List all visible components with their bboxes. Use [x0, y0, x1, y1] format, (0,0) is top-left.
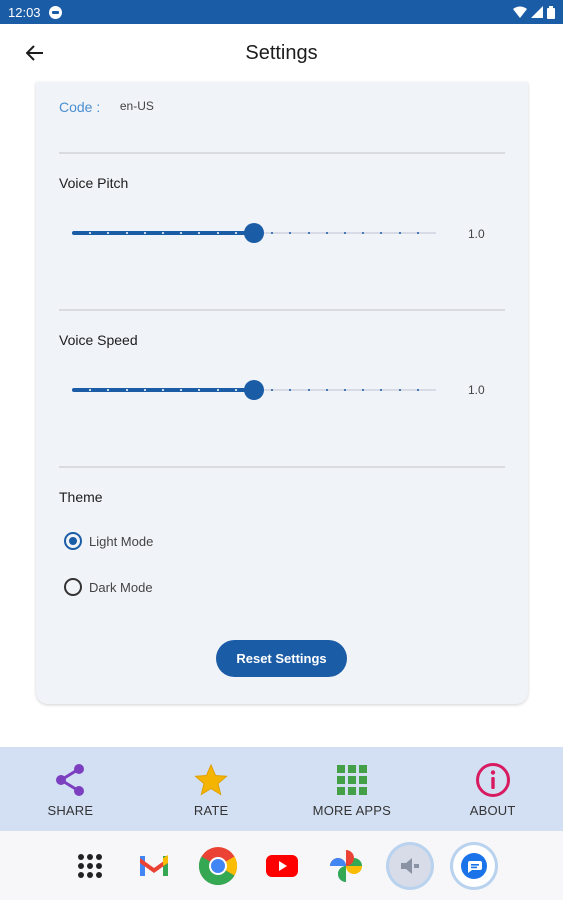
app-dock — [0, 831, 563, 900]
slider-tick — [217, 389, 219, 391]
slider-tick — [198, 389, 200, 391]
chrome-icon[interactable] — [197, 845, 239, 887]
rate-button[interactable]: RATE — [141, 747, 282, 831]
photos-icon[interactable] — [325, 845, 367, 887]
slider-tick — [326, 389, 328, 391]
slider-tick — [180, 389, 182, 391]
app-drawer-icon[interactable] — [69, 845, 111, 887]
voice-pitch-slider[interactable] — [72, 221, 436, 245]
slider-tick — [89, 389, 91, 391]
slider-tick — [126, 232, 128, 234]
share-label: SHARE — [47, 803, 94, 818]
info-icon — [475, 762, 511, 798]
bottom-nav: SHARE RATE MORE APPS ABOUT — [0, 747, 563, 831]
slider-tick — [217, 232, 219, 234]
slider-tick — [235, 389, 237, 391]
grid-icon — [334, 762, 370, 798]
reset-settings-button[interactable]: Reset Settings — [216, 640, 347, 677]
slider-tick — [107, 389, 109, 391]
slider-tick — [417, 232, 419, 234]
slider-tick — [362, 389, 364, 391]
status-bar: 12:03 — [0, 0, 563, 24]
slider-tick — [107, 232, 109, 234]
more-apps-label: MORE APPS — [312, 803, 392, 818]
share-icon — [52, 762, 88, 798]
slider-tick — [144, 389, 146, 391]
slider-tick — [344, 389, 346, 391]
slider-tick — [380, 389, 382, 391]
voice-speed-slider[interactable] — [72, 378, 436, 402]
divider — [59, 152, 505, 154]
slider-tick — [417, 389, 419, 391]
slider-tick — [399, 232, 401, 234]
slider-tick — [271, 389, 273, 391]
slider-tick — [326, 232, 328, 234]
slider-tick — [89, 232, 91, 234]
share-button[interactable]: SHARE — [0, 747, 141, 831]
signal-icon — [531, 6, 543, 18]
notification-icon — [48, 5, 62, 19]
status-icons — [513, 5, 555, 19]
code-label: Code : — [59, 99, 101, 115]
app-bar: Settings — [0, 24, 563, 82]
messages-icon[interactable] — [452, 844, 495, 887]
slider-tick — [180, 232, 182, 234]
slider-tick — [308, 232, 310, 234]
battery-icon — [547, 5, 555, 19]
slider-tick — [380, 232, 382, 234]
dark-mode-radio[interactable] — [64, 578, 82, 596]
page-title: Settings — [245, 42, 318, 64]
speaker-app-icon[interactable] — [388, 844, 431, 887]
voice-speed-value: 1.0 — [468, 383, 485, 397]
settings-card: Code : en-US Voice Pitch 1.0 Voice Speed… — [36, 82, 528, 704]
divider — [59, 466, 505, 468]
slider-tick — [308, 389, 310, 391]
divider — [59, 309, 505, 311]
gmail-icon[interactable] — [133, 845, 175, 887]
slider-tick — [289, 389, 291, 391]
slider-tick — [271, 232, 273, 234]
theme-title: Theme — [59, 489, 103, 505]
about-button[interactable]: ABOUT — [422, 747, 563, 831]
light-mode-label: Light Mode — [89, 533, 154, 549]
slider-tick — [162, 232, 164, 234]
slider-tick — [344, 232, 346, 234]
slider-thumb[interactable] — [244, 380, 264, 400]
voice-speed-title: Voice Speed — [59, 332, 138, 348]
code-value: en-US — [119, 99, 154, 113]
wifi-icon — [513, 6, 527, 18]
dark-mode-option[interactable]: Dark Mode — [64, 578, 153, 596]
youtube-icon[interactable] — [261, 845, 303, 887]
slider-tick — [399, 389, 401, 391]
slider-tick — [235, 232, 237, 234]
slider-thumb[interactable] — [244, 223, 264, 243]
voice-pitch-value: 1.0 — [468, 227, 485, 241]
light-mode-radio[interactable] — [64, 532, 82, 550]
slider-tick — [144, 232, 146, 234]
rate-label: RATE — [193, 803, 229, 818]
status-time: 12:03 — [8, 4, 41, 20]
light-mode-option[interactable]: Light Mode — [64, 532, 153, 550]
language-code-row: Code : en-US — [59, 99, 154, 115]
slider-tick — [126, 389, 128, 391]
voice-pitch-title: Voice Pitch — [59, 175, 129, 191]
about-label: ABOUT — [469, 803, 516, 818]
more-apps-button[interactable]: MORE APPS — [282, 747, 423, 831]
slider-tick — [162, 389, 164, 391]
dark-mode-label: Dark Mode — [89, 579, 153, 595]
slider-tick — [198, 232, 200, 234]
slider-tick — [362, 232, 364, 234]
star-icon — [193, 762, 229, 798]
slider-tick — [289, 232, 291, 234]
